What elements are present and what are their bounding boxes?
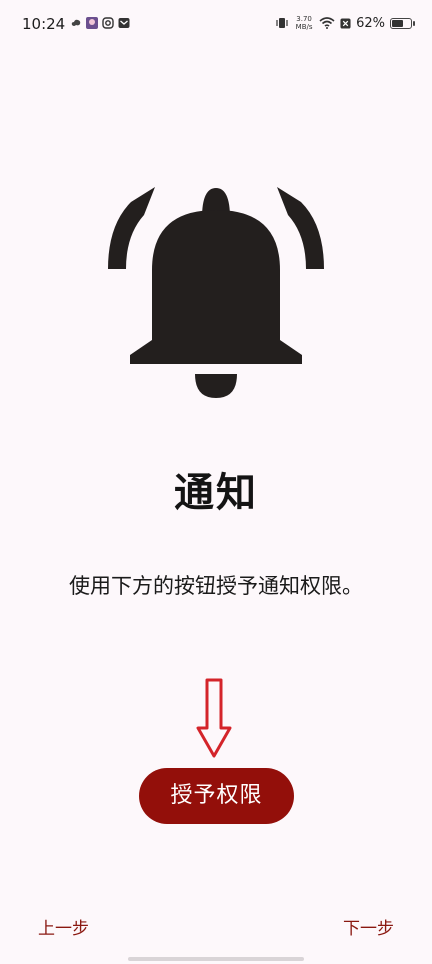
battery-percent: 62% — [356, 15, 385, 31]
wifi-icon — [319, 17, 335, 29]
status-time: 10:24 — [22, 15, 66, 33]
description-text: 使用下方的按钮授予通知权限。 — [69, 574, 363, 598]
status-bar: 10:24 3.70 MB/s 62% — [0, 0, 432, 50]
sim-x-icon — [340, 17, 351, 29]
notification-icons — [70, 17, 130, 29]
battery-icon — [390, 17, 415, 29]
cloud-icon — [71, 19, 81, 26]
net-speed-unit: MB/s — [295, 23, 313, 31]
previous-step-link[interactable]: 上一步 — [38, 914, 89, 939]
network-speed: 3.70 MB/s — [294, 15, 314, 31]
home-indicator[interactable] — [128, 957, 304, 961]
net-speed-value: 3.70 — [296, 15, 312, 23]
next-step-link[interactable]: 下一步 — [343, 914, 394, 939]
instagram-icon — [102, 17, 114, 29]
arrow-down-icon — [196, 678, 232, 758]
mail-icon — [118, 18, 130, 28]
bell-ringing-icon — [108, 187, 324, 398]
grant-permission-button[interactable]: 授予权限 — [139, 768, 294, 824]
system-status: 3.70 MB/s 62% — [275, 15, 415, 31]
battery-fill — [392, 19, 403, 27]
vibrate-icon — [276, 18, 288, 28]
app-avatar-icon — [86, 17, 98, 29]
page-title: 通知 — [174, 470, 258, 516]
